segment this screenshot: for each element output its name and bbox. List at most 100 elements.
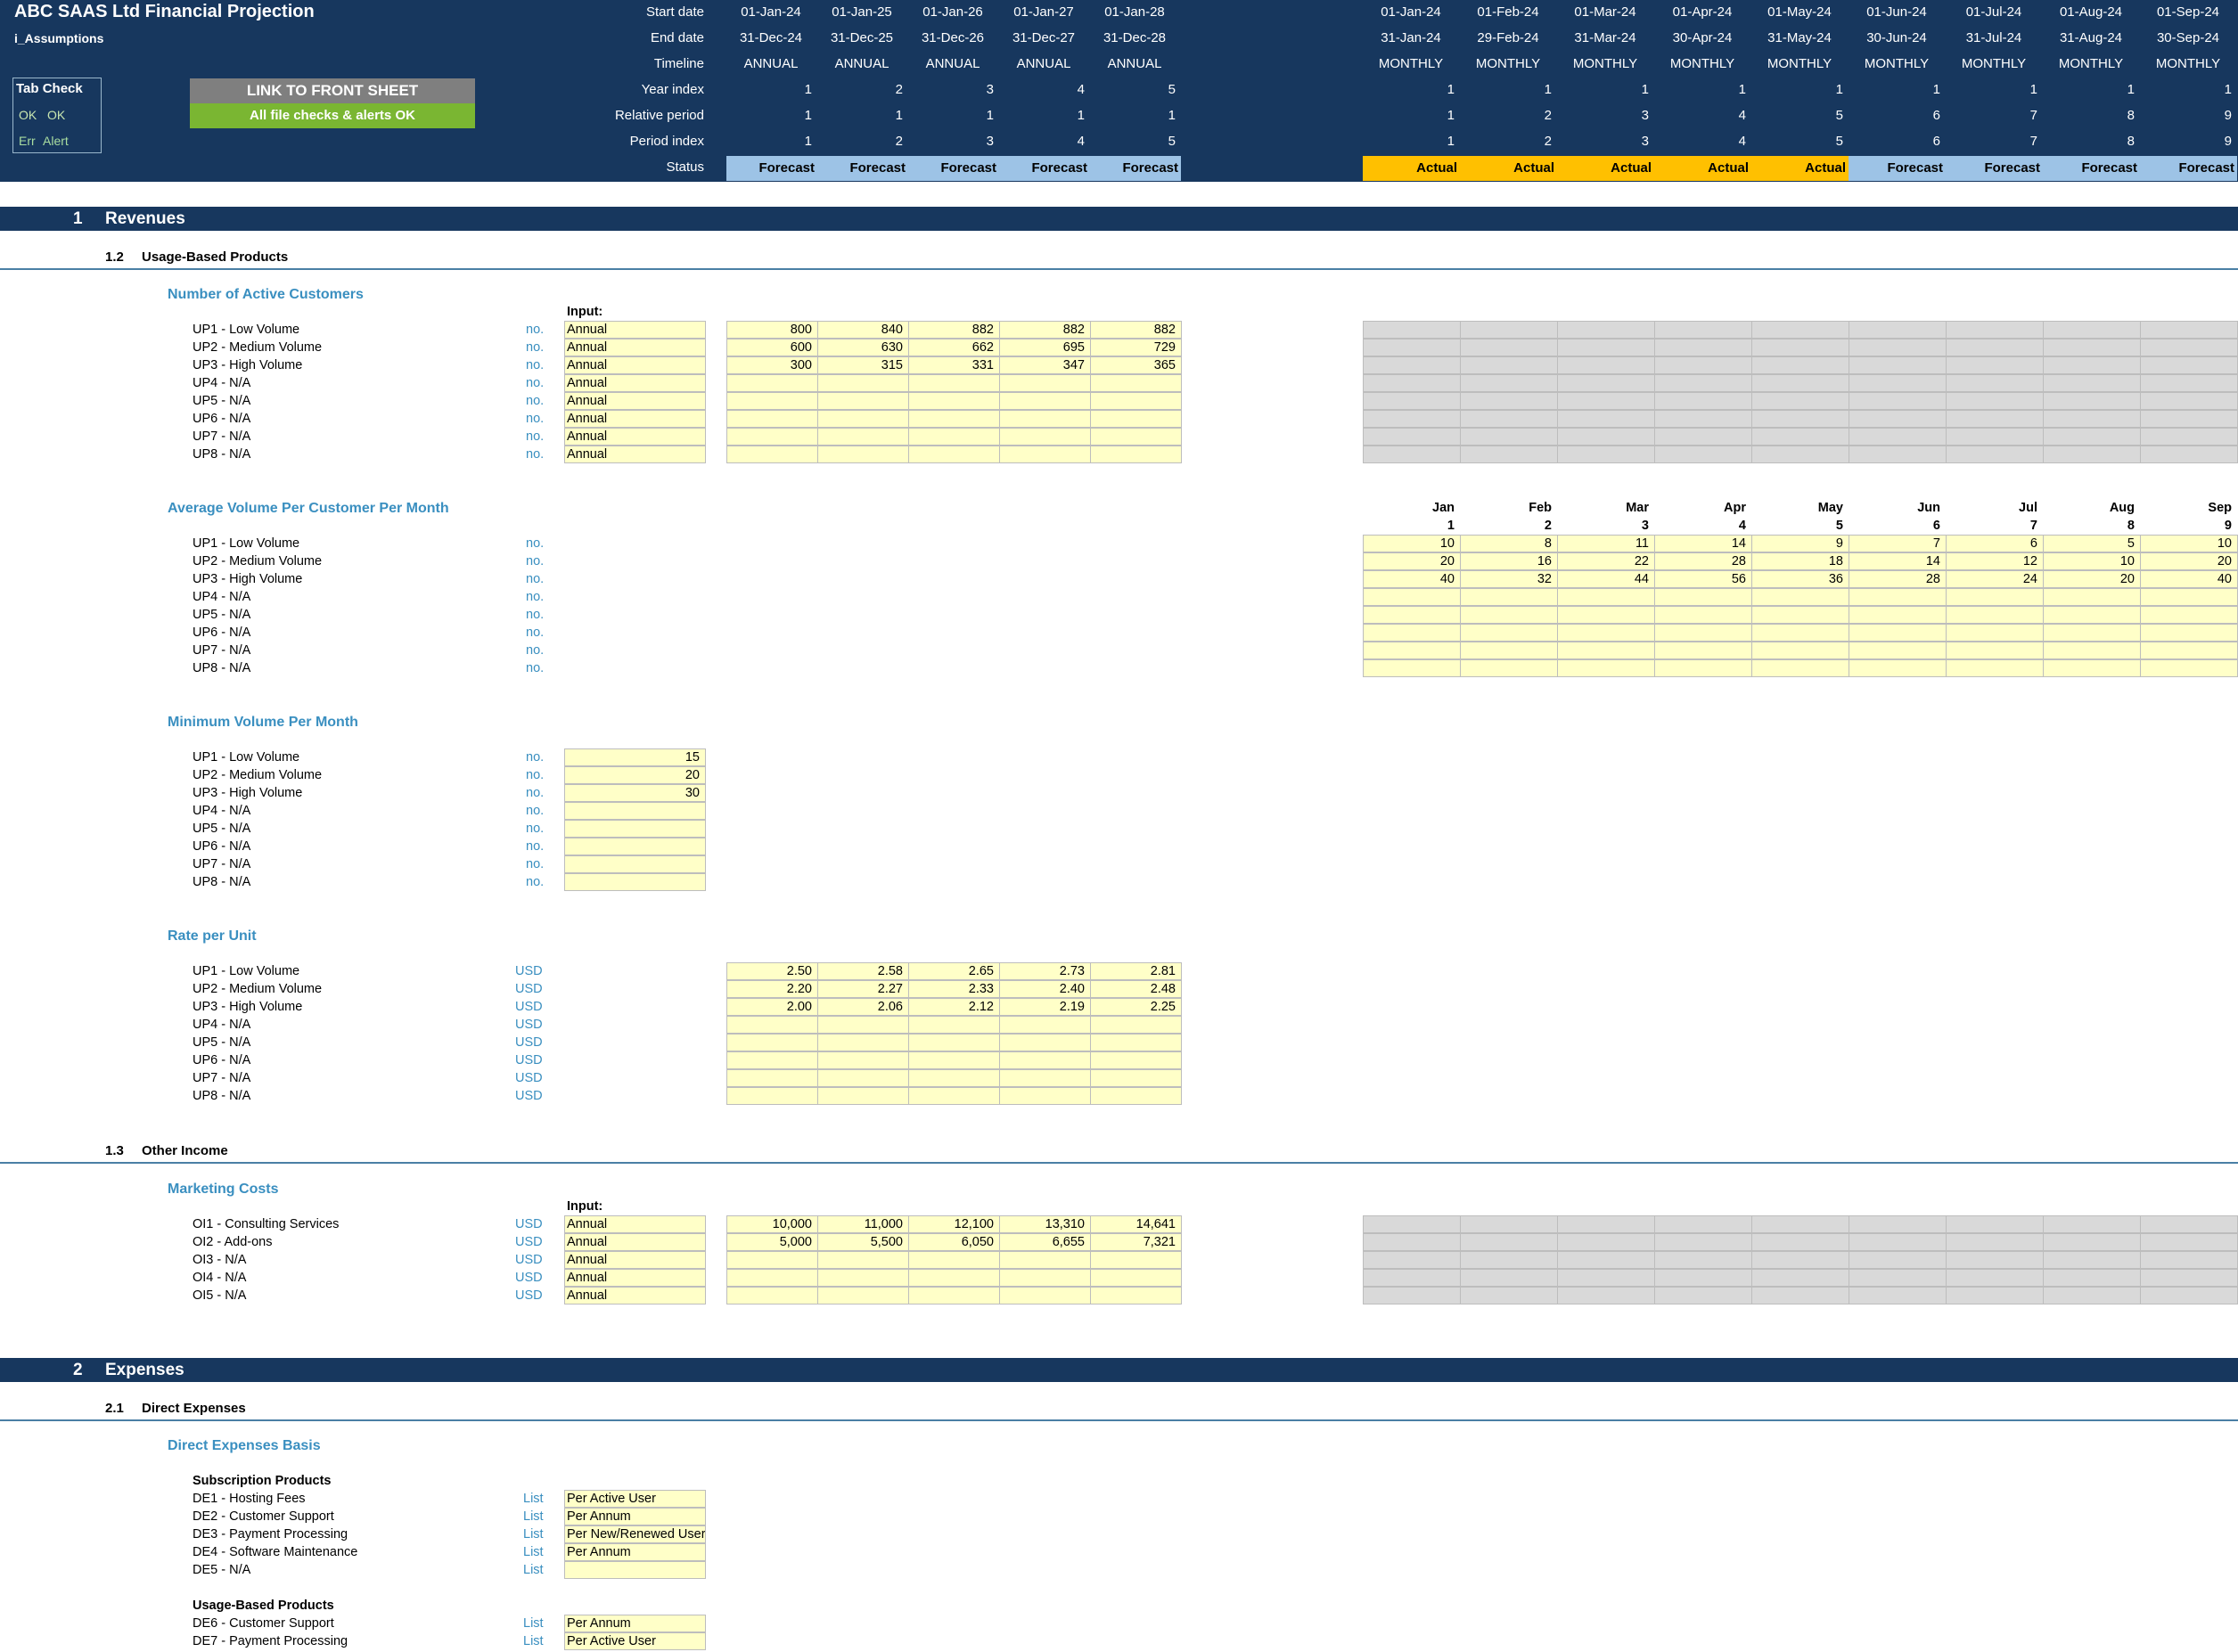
- annual-value-cell[interactable]: 882: [908, 321, 1000, 339]
- annual-value-cell[interactable]: [726, 1269, 818, 1287]
- monthly-value-cell[interactable]: 56: [1654, 570, 1752, 588]
- annual-value-cell[interactable]: [817, 1287, 909, 1304]
- annual-value-cell[interactable]: [1090, 1034, 1182, 1051]
- annual-value-cell[interactable]: [726, 1069, 818, 1087]
- annual-value-cell[interactable]: 2.20: [726, 980, 818, 998]
- annual-value-cell[interactable]: [1090, 1251, 1182, 1269]
- annual-value-cell[interactable]: [908, 1251, 1000, 1269]
- annual-value-cell[interactable]: [908, 428, 1000, 446]
- monthly-value-cell[interactable]: [1849, 642, 1947, 659]
- annual-value-cell[interactable]: [908, 1087, 1000, 1105]
- input-selector-cell[interactable]: Annual: [564, 1287, 706, 1304]
- annual-value-cell[interactable]: [1090, 392, 1182, 410]
- annual-value-cell[interactable]: [726, 1087, 818, 1105]
- monthly-value-cell[interactable]: [1751, 659, 1849, 677]
- annual-value-cell[interactable]: [1090, 1069, 1182, 1087]
- annual-value-cell[interactable]: 2.81: [1090, 962, 1182, 980]
- expense-basis-dropdown[interactable]: Per Annum: [564, 1508, 706, 1525]
- monthly-value-cell[interactable]: [1654, 606, 1752, 624]
- monthly-value-cell[interactable]: [2043, 659, 2141, 677]
- expense-basis-dropdown[interactable]: Per Annum: [564, 1543, 706, 1561]
- monthly-value-cell[interactable]: [2043, 624, 2141, 642]
- annual-value-cell[interactable]: [999, 1016, 1091, 1034]
- minimum-volume-cell[interactable]: 30: [564, 784, 706, 802]
- monthly-value-cell[interactable]: [2140, 606, 2238, 624]
- monthly-value-cell[interactable]: [1654, 624, 1752, 642]
- annual-value-cell[interactable]: [1090, 1016, 1182, 1034]
- input-selector-cell[interactable]: Annual: [564, 428, 706, 446]
- annual-value-cell[interactable]: [817, 392, 909, 410]
- annual-value-cell[interactable]: [726, 1016, 818, 1034]
- monthly-value-cell[interactable]: 9: [1751, 535, 1849, 552]
- annual-value-cell[interactable]: [817, 1051, 909, 1069]
- monthly-value-cell[interactable]: 18: [1751, 552, 1849, 570]
- monthly-value-cell[interactable]: [1849, 588, 1947, 606]
- annual-value-cell[interactable]: 6,655: [999, 1233, 1091, 1251]
- monthly-value-cell[interactable]: 28: [1849, 570, 1947, 588]
- monthly-value-cell[interactable]: 44: [1557, 570, 1655, 588]
- annual-value-cell[interactable]: [908, 1034, 1000, 1051]
- annual-value-cell[interactable]: [817, 374, 909, 392]
- annual-value-cell[interactable]: 2.50: [726, 962, 818, 980]
- annual-value-cell[interactable]: [999, 428, 1091, 446]
- monthly-value-cell[interactable]: [2043, 588, 2141, 606]
- annual-value-cell[interactable]: 2.25: [1090, 998, 1182, 1016]
- annual-value-cell[interactable]: 6,050: [908, 1233, 1000, 1251]
- annual-value-cell[interactable]: 600: [726, 339, 818, 356]
- annual-value-cell[interactable]: 662: [908, 339, 1000, 356]
- monthly-value-cell[interactable]: 20: [1363, 552, 1461, 570]
- monthly-value-cell[interactable]: [1460, 642, 1558, 659]
- monthly-value-cell[interactable]: [2140, 624, 2238, 642]
- monthly-value-cell[interactable]: [1946, 606, 2044, 624]
- monthly-value-cell[interactable]: [1363, 606, 1461, 624]
- monthly-value-cell[interactable]: 11: [1557, 535, 1655, 552]
- monthly-value-cell[interactable]: 10: [1363, 535, 1461, 552]
- annual-value-cell[interactable]: 12,100: [908, 1215, 1000, 1233]
- input-selector-cell[interactable]: Annual: [564, 321, 706, 339]
- expense-basis-dropdown[interactable]: Per Active User: [564, 1632, 706, 1650]
- annual-value-cell[interactable]: [1090, 410, 1182, 428]
- monthly-value-cell[interactable]: 8: [1460, 535, 1558, 552]
- annual-value-cell[interactable]: [817, 428, 909, 446]
- annual-value-cell[interactable]: [1090, 374, 1182, 392]
- annual-value-cell[interactable]: 695: [999, 339, 1091, 356]
- monthly-value-cell[interactable]: 14: [1654, 535, 1752, 552]
- annual-value-cell[interactable]: [999, 1287, 1091, 1304]
- annual-value-cell[interactable]: [908, 1051, 1000, 1069]
- input-selector-cell[interactable]: Annual: [564, 446, 706, 463]
- annual-value-cell[interactable]: [1090, 446, 1182, 463]
- annual-value-cell[interactable]: 300: [726, 356, 818, 374]
- monthly-value-cell[interactable]: [1751, 624, 1849, 642]
- monthly-value-cell[interactable]: 40: [1363, 570, 1461, 588]
- annual-value-cell[interactable]: [1090, 1087, 1182, 1105]
- annual-value-cell[interactable]: 11,000: [817, 1215, 909, 1233]
- annual-value-cell[interactable]: 2.65: [908, 962, 1000, 980]
- monthly-value-cell[interactable]: 22: [1557, 552, 1655, 570]
- annual-value-cell[interactable]: 840: [817, 321, 909, 339]
- annual-value-cell[interactable]: 13,310: [999, 1215, 1091, 1233]
- annual-value-cell[interactable]: 2.58: [817, 962, 909, 980]
- annual-value-cell[interactable]: [908, 1269, 1000, 1287]
- monthly-value-cell[interactable]: 36: [1751, 570, 1849, 588]
- monthly-value-cell[interactable]: 7: [1849, 535, 1947, 552]
- input-selector-cell[interactable]: Annual: [564, 410, 706, 428]
- monthly-value-cell[interactable]: 16: [1460, 552, 1558, 570]
- annual-value-cell[interactable]: [1090, 1051, 1182, 1069]
- minimum-volume-cell[interactable]: [564, 820, 706, 838]
- monthly-value-cell[interactable]: [1557, 624, 1655, 642]
- monthly-value-cell[interactable]: [1363, 624, 1461, 642]
- annual-value-cell[interactable]: [999, 1051, 1091, 1069]
- annual-value-cell[interactable]: 7,321: [1090, 1233, 1182, 1251]
- monthly-value-cell[interactable]: [1654, 659, 1752, 677]
- monthly-value-cell[interactable]: 6: [1946, 535, 2044, 552]
- minimum-volume-cell[interactable]: 15: [564, 748, 706, 766]
- monthly-value-cell[interactable]: [1946, 624, 2044, 642]
- annual-value-cell[interactable]: [999, 1069, 1091, 1087]
- monthly-value-cell[interactable]: [1751, 642, 1849, 659]
- annual-value-cell[interactable]: [999, 1087, 1091, 1105]
- annual-value-cell[interactable]: [817, 1069, 909, 1087]
- annual-value-cell[interactable]: 800: [726, 321, 818, 339]
- monthly-value-cell[interactable]: 28: [1654, 552, 1752, 570]
- annual-value-cell[interactable]: [817, 446, 909, 463]
- monthly-value-cell[interactable]: [1363, 642, 1461, 659]
